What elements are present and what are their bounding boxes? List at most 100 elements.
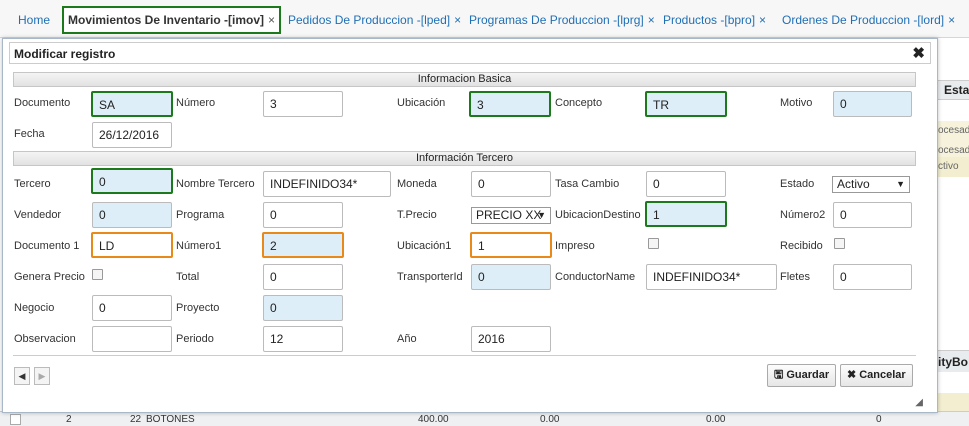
tab-movimientos-inventario[interactable]: Movimientos De Inventario -[imov] ×	[62, 6, 282, 34]
close-icon[interactable]: ×	[268, 13, 275, 27]
motivo-label: Motivo	[780, 97, 813, 109]
tab-pedidos-produccion[interactable]: Pedidos De Produccion -[lped] ×	[288, 9, 461, 31]
next-record-button[interactable]: ▶	[34, 367, 50, 385]
numero-field[interactable]: 3	[263, 91, 343, 117]
section-informacion-tercero[interactable]: Información Tercero	[13, 151, 916, 166]
tasa-cambio-label: Tasa Cambio	[555, 178, 620, 190]
fecha-field[interactable]: 26/12/2016	[92, 122, 172, 148]
tercero-field[interactable]: 0	[91, 168, 173, 194]
estado-label: Estado	[780, 178, 815, 190]
section-informacion-basica[interactable]: Informacion Basica	[13, 72, 916, 87]
proyecto-field[interactable]: 0	[263, 295, 343, 321]
estado-select[interactable]: Activo ▼	[832, 176, 910, 193]
transporter-id-label: TransporterId	[397, 271, 463, 283]
chevron-down-icon: ▼	[537, 210, 546, 220]
conductor-name-field[interactable]: INDEFINIDO34*	[646, 264, 777, 290]
row-checkbox[interactable]	[10, 414, 21, 425]
tasa-cambio-field[interactable]: 0	[646, 171, 726, 197]
numero2-field[interactable]: 0	[833, 202, 912, 228]
programa-field[interactable]: 0	[263, 202, 343, 228]
numero-label: Número	[176, 97, 216, 109]
tab-ordenes-produccion[interactable]: Ordenes De Produccion -[lord] ×	[782, 9, 955, 31]
background-grid-header: Esta	[938, 80, 969, 100]
documento-label: Documento	[14, 97, 71, 109]
periodo-label: Periodo	[176, 333, 214, 345]
close-icon[interactable]: ×	[454, 13, 461, 27]
background-grid-header-2: ityBo	[938, 350, 969, 372]
table-cell: 2	[66, 414, 72, 425]
transporter-id-field[interactable]: 0	[471, 264, 551, 290]
vendedor-field[interactable]: 0	[92, 202, 172, 228]
close-icon[interactable]: ×	[759, 13, 766, 27]
close-icon[interactable]: ✖	[912, 46, 925, 61]
impreso-checkbox[interactable]	[648, 238, 659, 249]
tprecio-value: PRECIO XX	[476, 208, 542, 222]
fletes-field[interactable]: 0	[833, 264, 912, 290]
documento-field[interactable]: SA	[91, 91, 173, 117]
concepto-label: Concepto	[555, 97, 603, 109]
proyecto-label: Proyecto	[176, 302, 220, 314]
observacion-field[interactable]	[92, 326, 172, 352]
recibido-checkbox[interactable]	[834, 238, 845, 249]
prev-record-button[interactable]: ◀	[14, 367, 30, 385]
ubicacion-field[interactable]: 3	[469, 91, 551, 117]
table-row[interactable]: 2 22 BOTONES 400.00 0.00 0.00 0	[0, 411, 969, 426]
tab-label: Pedidos De Produccion -[lped]	[288, 13, 451, 27]
save-button[interactable]: 🖫 Guardar	[767, 364, 837, 387]
tab-label: Movimientos De Inventario -[imov]	[68, 13, 265, 27]
background-grid-row: ctivo	[938, 157, 969, 177]
anio-label: Año	[397, 333, 417, 345]
cancel-button[interactable]: ✖ Cancelar	[840, 364, 913, 387]
documento1-field[interactable]: LD	[91, 232, 173, 258]
tab-label: Ordenes De Produccion -[lord]	[782, 13, 945, 27]
close-icon[interactable]: ×	[948, 13, 955, 27]
tprecio-select[interactable]: PRECIO XX ▼	[471, 207, 551, 224]
background-grid-row: ocesad	[938, 121, 969, 141]
documento1-label: Documento 1	[14, 240, 80, 252]
negocio-field[interactable]: 0	[92, 295, 172, 321]
genera-precio-checkbox[interactable]	[92, 269, 103, 280]
anio-field[interactable]: 2016	[471, 326, 551, 352]
nombre-tercero-field[interactable]: INDEFINIDO34*	[263, 171, 391, 197]
tab-productos[interactable]: Productos -[bpro] ×	[663, 9, 766, 31]
numero1-label: Número1	[176, 240, 222, 252]
impreso-label: Impreso	[555, 240, 595, 252]
table-cell: 400.00	[418, 414, 449, 425]
tab-home[interactable]: Home	[18, 9, 50, 31]
table-cell: 0.00	[540, 414, 560, 425]
dialog-title: Modificar registro	[9, 42, 931, 64]
tab-label: Productos -[bpro]	[663, 13, 756, 27]
moneda-label: Moneda	[397, 178, 437, 190]
moneda-field[interactable]: 0	[471, 171, 551, 197]
tab-bar: Home Movimientos De Inventario -[imov] × …	[0, 0, 969, 38]
vendedor-label: Vendedor	[14, 209, 62, 221]
negocio-label: Negocio	[14, 302, 55, 314]
nombre-tercero-label: Nombre Tercero	[176, 178, 255, 190]
ubicacion1-field[interactable]: 1	[470, 232, 552, 258]
concepto-field[interactable]: TR	[645, 91, 727, 117]
chevron-right-icon: ▶	[38, 371, 46, 381]
close-icon: ✖	[847, 369, 857, 381]
save-button-label: Guardar	[786, 369, 830, 381]
fletes-label: Fletes	[780, 271, 810, 283]
recibido-label: Recibido	[780, 240, 823, 252]
ubicacion-destino-label: UbicacionDestino	[555, 209, 641, 221]
tprecio-label: T.Precio	[397, 209, 437, 221]
tab-label: Home	[18, 13, 51, 27]
table-cell: 0	[876, 414, 882, 425]
genera-precio-label: Genera Precio	[14, 271, 85, 283]
resize-handle-icon[interactable]: ◢	[915, 397, 923, 408]
ubicacion-destino-field[interactable]: 1	[645, 201, 727, 227]
motivo-field[interactable]: 0	[833, 91, 912, 117]
table-cell: 22	[130, 414, 142, 425]
total-field[interactable]: 0	[263, 264, 343, 290]
tab-label: Programas De Produccion -[lprg]	[469, 13, 644, 27]
close-icon[interactable]: ×	[648, 13, 655, 27]
observacion-label: Observacion	[14, 333, 76, 345]
conductor-name-label: ConductorName	[555, 271, 636, 283]
save-icon: 🖫	[774, 369, 784, 381]
numero1-field[interactable]: 2	[262, 232, 344, 258]
tercero-label: Tercero	[14, 178, 51, 190]
periodo-field[interactable]: 12	[263, 326, 343, 352]
tab-programas-produccion[interactable]: Programas De Produccion -[lprg] ×	[469, 9, 655, 31]
